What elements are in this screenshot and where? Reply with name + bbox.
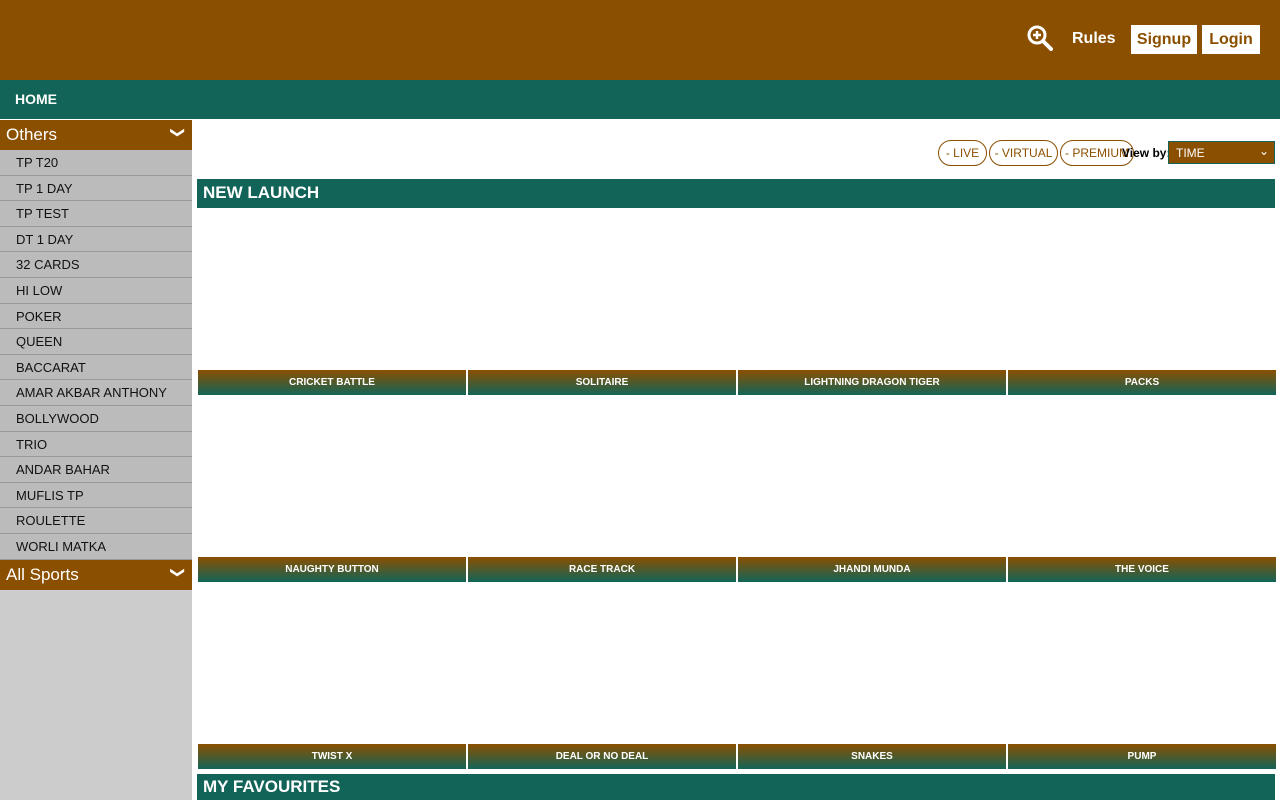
game-tile[interactable]: LIGHTNING DRAGON TIGER xyxy=(738,208,1006,395)
game-tile[interactable]: CRICKET BATTLE xyxy=(198,208,466,395)
game-tile[interactable]: JHANDI MUNDA xyxy=(738,395,1006,582)
all-sports-label: All Sports xyxy=(6,564,79,584)
game-title: CRICKET BATTLE xyxy=(198,370,466,395)
game-tile[interactable]: THE VOICE xyxy=(1008,395,1276,582)
login-button[interactable]: Login xyxy=(1202,25,1260,54)
chevron-down-icon: ❯ xyxy=(170,566,187,578)
view-by-label: View by: xyxy=(1122,146,1171,160)
game-title: SOLITAIRE xyxy=(468,370,736,395)
game-tile[interactable]: SOLITAIRE xyxy=(468,208,736,395)
sidebar-item[interactable]: DT 1 DAY xyxy=(0,226,192,253)
filter-virtual[interactable]: - VIRTUAL xyxy=(989,140,1058,166)
zoom-in-icon[interactable] xyxy=(1027,25,1053,51)
sidebar-item[interactable]: AMAR AKBAR ANTHONY xyxy=(0,380,192,406)
sidebar-item[interactable]: TRIO xyxy=(0,431,192,458)
game-title: DEAL OR NO DEAL xyxy=(468,744,736,769)
game-tile[interactable]: TWIST X xyxy=(198,582,466,769)
game-title: LIGHTNING DRAGON TIGER xyxy=(738,370,1006,395)
signup-button[interactable]: Signup xyxy=(1131,25,1197,54)
game-title: JHANDI MUNDA xyxy=(738,557,1006,582)
game-tile[interactable]: DEAL OR NO DEAL xyxy=(468,582,736,769)
view-by-select[interactable]: TIME ⌄ xyxy=(1168,141,1275,164)
new-launch-header: NEW LAUNCH xyxy=(197,179,1275,208)
others-label: Others xyxy=(6,125,58,144)
chevron-down-icon: ❯ xyxy=(170,126,187,139)
sidebar-item[interactable]: TP T20 xyxy=(0,150,192,176)
game-title: PACKS xyxy=(1008,370,1276,395)
sidebar-item[interactable]: TP 1 DAY xyxy=(0,175,192,202)
game-title: THE VOICE xyxy=(1008,557,1276,582)
game-title: SNAKES xyxy=(738,744,1006,769)
sidebar-item[interactable]: MUFLIS TP xyxy=(0,482,192,509)
sidebar-item[interactable]: BOLLYWOOD xyxy=(0,405,192,432)
game-title: PUMP xyxy=(1008,744,1276,769)
nav-home[interactable]: HOME xyxy=(15,91,57,107)
favourites-header: MY FAVOURITES xyxy=(197,774,1275,800)
game-tile[interactable]: PACKS xyxy=(1008,208,1276,395)
game-tile[interactable]: PUMP xyxy=(1008,582,1276,769)
filter-live[interactable]: - LIVE xyxy=(938,140,987,166)
rules-link[interactable]: Rules xyxy=(1072,30,1116,48)
game-tile[interactable]: SNAKES xyxy=(738,582,1006,769)
sidebar-item[interactable]: 32 CARDS xyxy=(0,252,192,278)
sidebar-item[interactable]: POKER xyxy=(0,303,192,330)
sidebar-item[interactable]: ROULETTE xyxy=(0,508,192,534)
header: Rules Signup Login xyxy=(0,0,1280,80)
game-title: TWIST X xyxy=(198,744,466,769)
sidebar: Others ❯ TP T20 TP 1 DAY TP TEST DT 1 DAY 32 … xyxy=(0,120,192,800)
view-by-value: TIME xyxy=(1176,146,1205,160)
sidebar-all-sports-header[interactable]: All Sports ❯ xyxy=(0,559,192,590)
game-title: RACE TRACK xyxy=(468,557,736,582)
game-tile[interactable]: NAUGHTY BUTTON xyxy=(198,395,466,582)
sidebar-item[interactable]: ANDAR BAHAR xyxy=(0,457,192,483)
chevron-down-icon: ⌄ xyxy=(1258,144,1269,158)
game-tile[interactable]: RACE TRACK xyxy=(468,395,736,582)
nav-bar: HOME xyxy=(0,80,1280,119)
sidebar-item[interactable]: TP TEST xyxy=(0,201,192,227)
sidebar-item[interactable]: WORLI MATKA xyxy=(0,533,192,560)
game-title: NAUGHTY BUTTON xyxy=(198,557,466,582)
sidebar-item[interactable]: BACCARAT xyxy=(0,354,192,381)
sidebar-others-header[interactable]: Others ❯ xyxy=(0,120,192,150)
sidebar-item[interactable]: HI LOW xyxy=(0,277,192,304)
game-grid: CRICKET BATTLE SOLITAIRE LIGHTNING DRAGON … xyxy=(197,208,1276,769)
sidebar-item[interactable]: QUEEN xyxy=(0,329,192,355)
